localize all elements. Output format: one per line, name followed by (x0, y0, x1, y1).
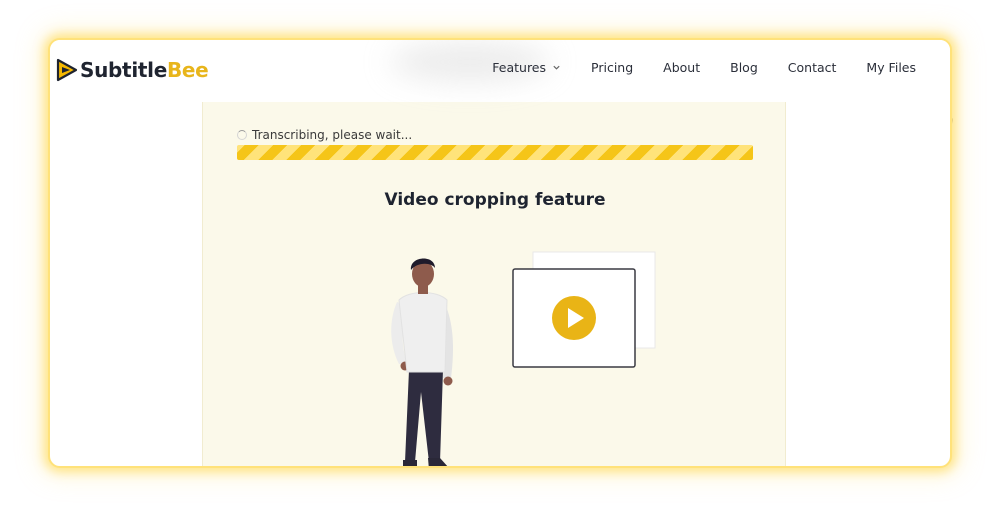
nav-my-files-label: My Files (866, 60, 916, 75)
nav-blog[interactable]: Blog (730, 60, 758, 75)
top-navbar: SubtitleBee Features Pricing About Blog … (50, 40, 950, 102)
nav-contact-label: Contact (787, 60, 837, 75)
nav-about[interactable]: About (663, 60, 700, 75)
nav-pricing[interactable]: Pricing (591, 60, 633, 75)
nav-pricing-label: Pricing (591, 60, 634, 75)
page: SubtitleBee Features Pricing About Blog … (0, 0, 1000, 506)
nav-my-files[interactable]: My Files (866, 60, 916, 75)
brand-name: SubtitleBee (80, 58, 209, 82)
browser-window: SubtitleBee Features Pricing About Blog … (48, 38, 952, 468)
nav-blog-label: Blog (730, 60, 758, 75)
nav-features-label: Features (492, 60, 547, 75)
illustration-person (391, 258, 453, 466)
nav-about-label: About (663, 60, 701, 75)
brand-name-part1: Subtitle (80, 58, 167, 82)
main-nav: Features Pricing About Blog Contact My F… (462, 60, 916, 75)
transcription-panel: Transcribing, please wait... Video cropp… (202, 102, 786, 466)
brand-name-part2: Bee (166, 58, 209, 82)
play-bee-logo-icon (56, 58, 78, 82)
video-cropping-illustration (391, 251, 656, 466)
chevron-down-icon (553, 65, 560, 70)
nav-features[interactable]: Features (492, 60, 561, 75)
logo[interactable]: SubtitleBee (56, 56, 209, 84)
nav-contact[interactable]: Contact (788, 60, 837, 75)
